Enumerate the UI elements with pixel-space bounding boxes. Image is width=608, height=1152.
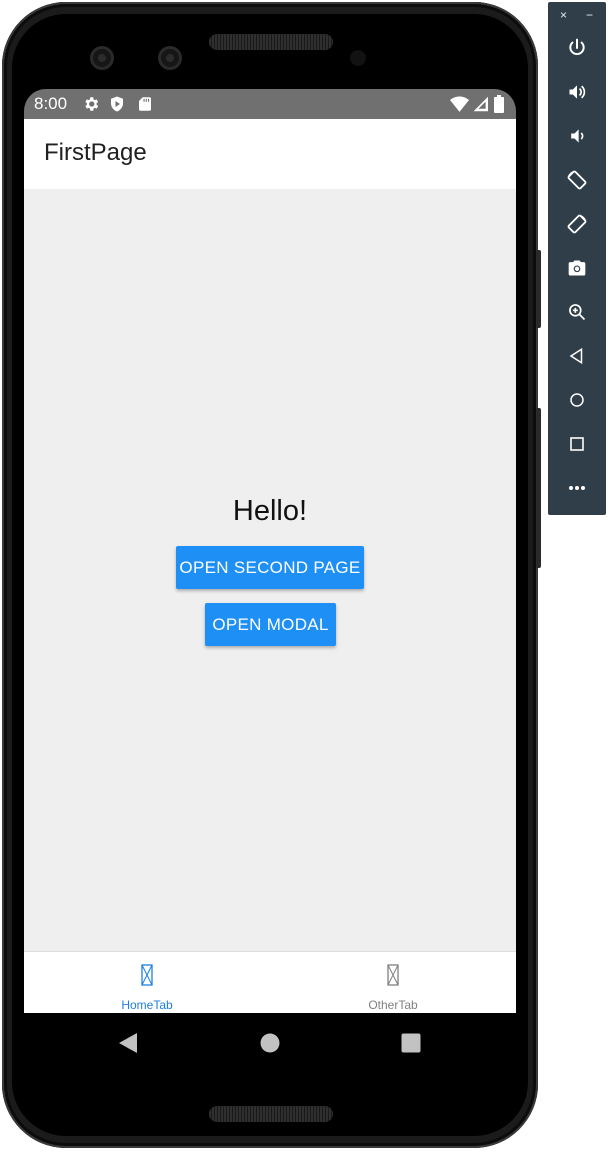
tab-other-label: OtherTab [368,998,418,1012]
tab-placeholder-icon [141,964,153,986]
settings-gear-icon [82,95,100,113]
volume-down-icon[interactable] [562,121,592,151]
app-bar: FirstPage [24,119,516,189]
volume-up-icon[interactable] [562,77,592,107]
rotate-left-icon[interactable] [562,165,592,195]
bottom-speaker [209,1106,333,1122]
tab-home-label: HomeTab [121,998,173,1012]
close-icon[interactable]: × [560,8,567,22]
home-icon[interactable] [256,1029,284,1057]
minimize-icon[interactable]: − [586,8,593,22]
sd-card-icon [136,95,154,113]
tab-home[interactable]: HomeTab [24,952,270,1014]
battery-icon [494,95,504,113]
tab-placeholder-icon [387,964,399,986]
system-navigation-bar [24,1013,516,1072]
screenshot-icon[interactable] [562,253,592,283]
power-icon[interactable] [562,33,592,63]
main-content: Hello! OPEN SECOND PAGE OPEN MODAL [24,189,516,951]
status-bar: 8:00 [24,89,516,119]
volume-button [536,408,541,568]
zoom-icon[interactable] [562,297,592,327]
earpiece-speaker [209,34,333,50]
play-protect-icon [108,95,126,113]
emulator-toolbar: × − [548,2,606,515]
power-button [536,250,541,328]
home-icon[interactable] [562,385,592,415]
more-icon[interactable] [562,473,592,503]
rotate-right-icon[interactable] [562,209,592,239]
phone-screen: 8:00 FirstPage Hello! OPEN SECOND PAGE O… [24,89,516,1072]
back-icon[interactable] [114,1029,142,1057]
overview-icon[interactable] [562,429,592,459]
page-title: FirstPage [44,139,147,166]
status-time: 8:00 [34,94,68,113]
tab-other[interactable]: OtherTab [270,952,516,1014]
front-camera-icon [158,46,182,70]
front-camera-icon [90,46,114,70]
open-second-page-button[interactable]: OPEN SECOND PAGE [176,546,364,589]
cell-signal-icon [472,95,490,113]
wifi-icon [450,95,469,113]
back-icon[interactable] [562,341,592,371]
bottom-tab-bar: HomeTab OtherTab [24,951,516,1014]
greeting-label: Hello! [232,495,308,527]
recents-icon[interactable] [397,1029,425,1057]
proximity-sensor [350,50,366,66]
emulator-window-controls: × − [548,6,606,26]
phone-frame: 8:00 FirstPage Hello! OPEN SECOND PAGE O… [2,2,538,1148]
open-modal-button[interactable]: OPEN MODAL [205,603,336,646]
